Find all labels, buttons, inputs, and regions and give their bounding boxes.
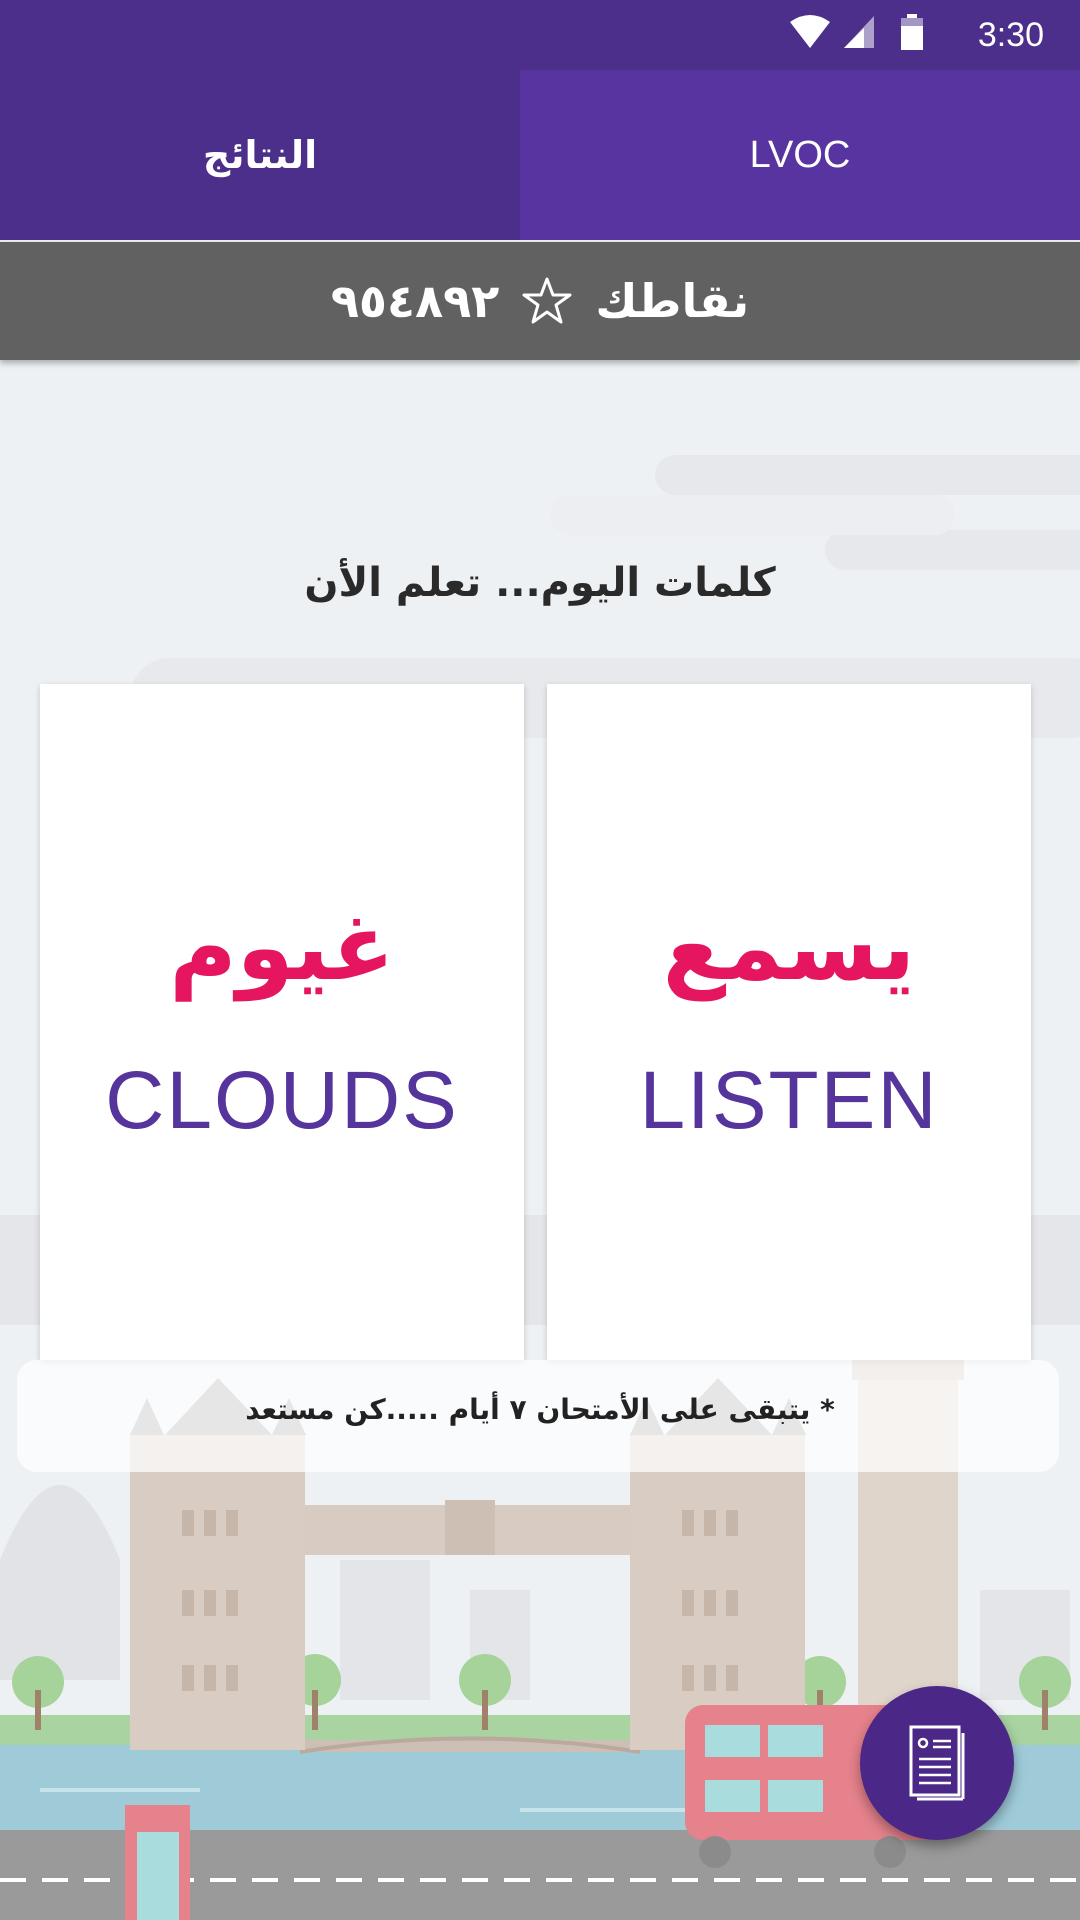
document-icon xyxy=(909,1725,965,1801)
wifi-icon xyxy=(790,15,830,48)
tab-results[interactable]: النتائج xyxy=(0,70,520,240)
word-card-clouds[interactable]: غيوم CLOUDS xyxy=(40,684,524,1360)
word-card-arabic: يسمع xyxy=(662,894,916,1001)
star-outline-icon xyxy=(522,277,572,324)
status-time: 3:30 xyxy=(977,16,1044,54)
exam-notice-text: * يتبقى على الأمتحان ٧ أيام .....كن مستع… xyxy=(245,1393,835,1426)
battery-icon xyxy=(901,14,923,50)
tab-bar: النتائج LVOC xyxy=(0,70,1080,240)
word-card-english: LISTEN xyxy=(639,1055,939,1146)
word-card-arabic: غيوم xyxy=(169,894,395,1001)
word-card-listen[interactable]: يسمع LISTEN xyxy=(547,684,1031,1360)
tab-lvoc[interactable]: LVOC xyxy=(520,70,1080,240)
status-bar: 3:30 xyxy=(0,0,1080,70)
daily-words-heading: كلمات اليوم... تعلم الأن xyxy=(304,560,776,606)
points-banner: نقاطك ٩٥٤٨٩٢ xyxy=(0,242,1080,360)
word-card-english: CLOUDS xyxy=(105,1055,459,1146)
document-fab-button[interactable] xyxy=(860,1686,1014,1840)
signal-icon xyxy=(844,16,874,48)
points-value: ٩٥٤٨٩٢ xyxy=(330,274,500,328)
points-label: نقاطك xyxy=(595,274,750,328)
